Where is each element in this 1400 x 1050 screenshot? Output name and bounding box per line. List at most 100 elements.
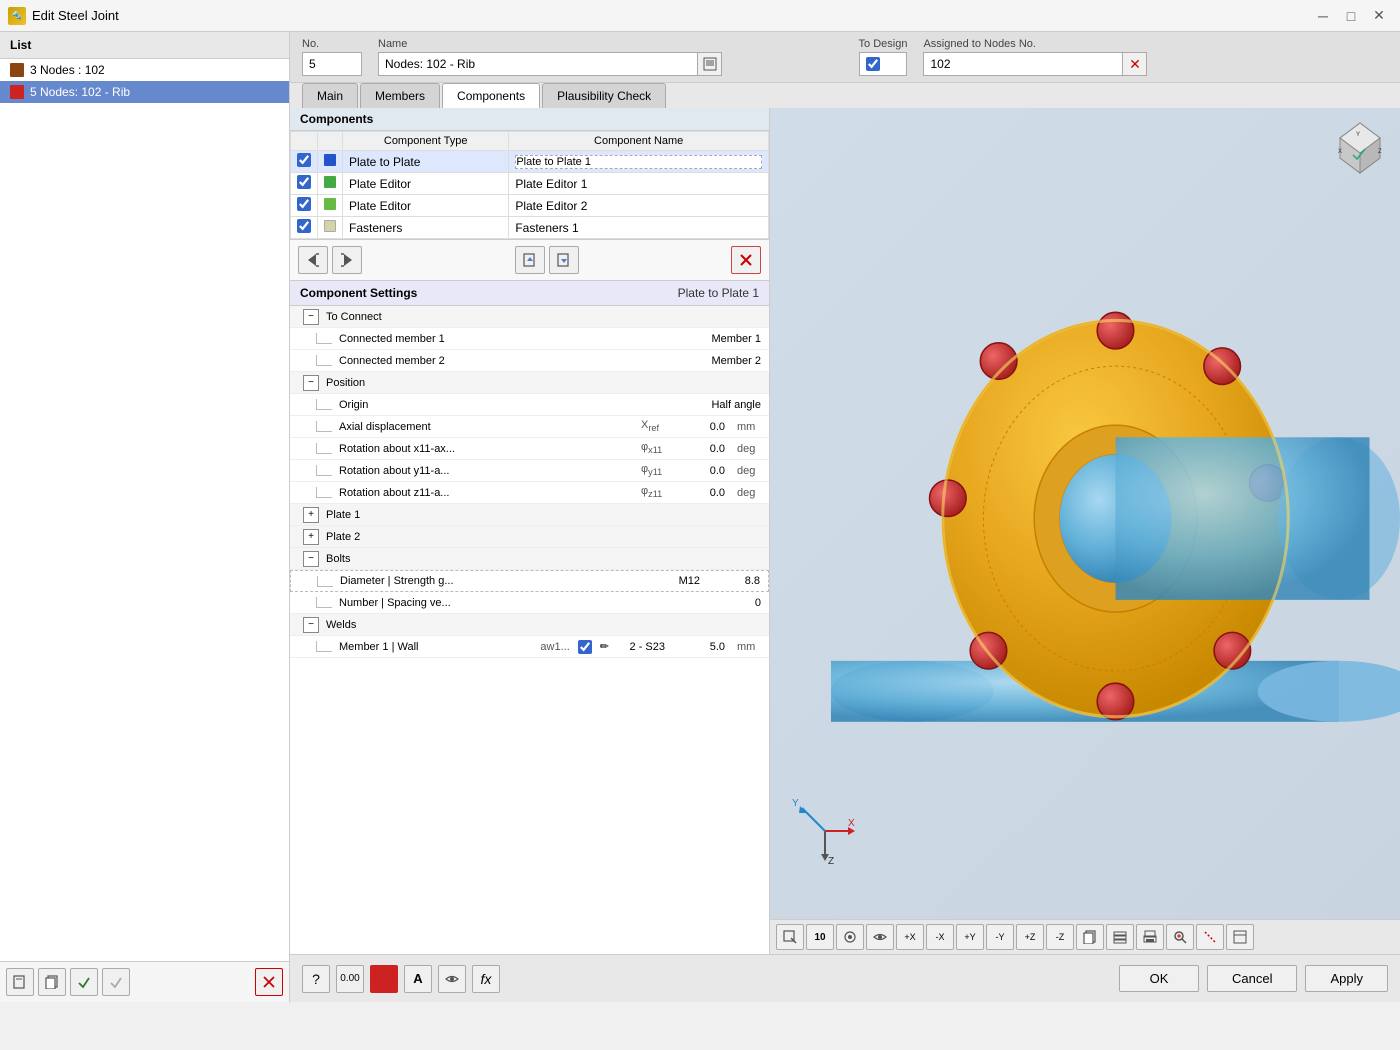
origin-value: Half angle: [703, 397, 769, 413]
list-item-selected[interactable]: 5 Nodes: 102 - Rib: [0, 81, 289, 103]
vp-layers-button[interactable]: [1106, 924, 1134, 950]
row-check[interactable]: [297, 175, 311, 189]
color-button[interactable]: [370, 965, 398, 993]
assigned-input[interactable]: [923, 52, 1123, 76]
welds-checkbox[interactable]: [578, 640, 592, 654]
new-item-button[interactable]: [6, 968, 34, 996]
bottom-status-icons: ? 0.00 A fx: [302, 965, 500, 993]
vp-eye-button[interactable]: [866, 924, 894, 950]
vp-settings-button[interactable]: [1226, 924, 1254, 950]
vp-search-button[interactable]: [1166, 924, 1194, 950]
expand-welds[interactable]: −: [303, 617, 319, 633]
copy-button[interactable]: [38, 968, 66, 996]
group-label: Bolts: [322, 551, 769, 567]
group-header-plate2[interactable]: + Plate 2: [290, 526, 769, 548]
text-button[interactable]: A: [404, 965, 432, 993]
close-button[interactable]: ✕: [1366, 5, 1392, 27]
left-panel-footer: [0, 961, 289, 1002]
tab-members[interactable]: Members: [360, 83, 440, 108]
cancel-button[interactable]: Cancel: [1207, 965, 1297, 992]
apply-button[interactable]: Apply: [1305, 965, 1388, 992]
vp-scale-button[interactable]: 10: [806, 924, 834, 950]
expand-bolts[interactable]: −: [303, 551, 319, 567]
table-row[interactable]: Plate Editor Plate Editor 1: [291, 173, 769, 195]
uncheck-button[interactable]: [102, 968, 130, 996]
formula-button[interactable]: fx: [472, 965, 500, 993]
group-header-welds[interactable]: − Welds: [290, 614, 769, 636]
expand-plate1[interactable]: +: [303, 507, 319, 523]
expand-to-connect[interactable]: −: [303, 309, 319, 325]
table-row[interactable]: Plate to Plate: [291, 151, 769, 173]
value-button[interactable]: 0.00: [336, 965, 364, 993]
vp-copy-button[interactable]: [1076, 924, 1104, 950]
vp-display-button[interactable]: [836, 924, 864, 950]
import-button[interactable]: [515, 246, 545, 274]
tab-main[interactable]: Main: [302, 83, 358, 108]
tab-plausibility[interactable]: Plausibility Check: [542, 83, 666, 108]
orientation-cube[interactable]: Y X Z: [1330, 118, 1390, 178]
check-button[interactable]: [70, 968, 98, 996]
svg-text:X: X: [1338, 149, 1342, 155]
vp-rotate-z-neg-button[interactable]: -Z: [1046, 924, 1074, 950]
expand-position[interactable]: −: [303, 375, 319, 391]
row-check[interactable]: [297, 153, 311, 167]
row-name: Plate Editor 1: [509, 173, 769, 195]
bolts-number-value: 0: [709, 595, 769, 611]
minimize-button[interactable]: ─: [1310, 5, 1336, 27]
vp-measure-button[interactable]: [1196, 924, 1224, 950]
table-row[interactable]: Plate Editor Plate Editor 2: [291, 195, 769, 217]
maximize-button[interactable]: □: [1338, 5, 1364, 27]
group-header-bolts[interactable]: − Bolts: [290, 548, 769, 570]
row-check[interactable]: [297, 219, 311, 233]
svg-text:Z: Z: [828, 856, 834, 866]
tab-components[interactable]: Components: [442, 83, 540, 108]
list-item-icon: [10, 85, 24, 99]
position-group: − Position Origin Half angle Axi: [290, 372, 769, 504]
rot-y-value: 0.0: [673, 463, 733, 479]
list-item-icon: [10, 63, 24, 77]
rot-x-sub: φx11: [637, 439, 673, 457]
move-left-button[interactable]: [298, 246, 328, 274]
vp-print-button[interactable]: [1136, 924, 1164, 950]
viewport-canvas[interactable]: Y X Z: [770, 108, 1400, 919]
row-check[interactable]: [297, 197, 311, 211]
vp-rotate-x-neg-button[interactable]: -X: [926, 924, 954, 950]
welds-member-label: Member 1 | Wall: [335, 639, 536, 655]
vp-rotate-y-button[interactable]: +Y: [956, 924, 984, 950]
view-button[interactable]: [438, 965, 466, 993]
name-input[interactable]: [378, 52, 698, 76]
origin-label: Origin: [335, 397, 703, 413]
export-button[interactable]: [549, 246, 579, 274]
ok-button[interactable]: OK: [1119, 965, 1199, 992]
rot-x-unit: deg: [733, 441, 769, 457]
delete-component-button[interactable]: [731, 246, 761, 274]
vp-rotate-x-button[interactable]: +X: [896, 924, 924, 950]
group-header-position[interactable]: − Position: [290, 372, 769, 394]
group-header-to-connect[interactable]: − To Connect: [290, 306, 769, 328]
to-design-checkbox[interactable]: [866, 57, 880, 71]
vp-select-button[interactable]: [776, 924, 804, 950]
position-rot-y-row: Rotation about y11-a... φy11 0.0 deg: [290, 460, 769, 482]
connected-member-2-value: Member 2: [703, 353, 769, 369]
group-header-plate1[interactable]: + Plate 1: [290, 504, 769, 526]
expand-plate2[interactable]: +: [303, 529, 319, 545]
no-input[interactable]: 5: [302, 52, 362, 76]
dialog-buttons: OK Cancel Apply: [1119, 965, 1388, 992]
assigned-clear-button[interactable]: ✕: [1123, 52, 1147, 76]
to-connect-group: − To Connect Connected member 1 Member 1: [290, 306, 769, 372]
vp-rotate-z-button[interactable]: +Z: [1016, 924, 1044, 950]
axial-value: 0.0: [673, 419, 733, 435]
vp-rotate-y-neg-button[interactable]: -Y: [986, 924, 1014, 950]
plate2-group: + Plate 2: [290, 526, 769, 548]
help-button[interactable]: ?: [302, 965, 330, 993]
welds-sub: aw1...: [536, 639, 573, 655]
name-edit-button[interactable]: [698, 52, 722, 76]
table-row[interactable]: Fasteners Fasteners 1: [291, 217, 769, 239]
move-right-button[interactable]: [332, 246, 362, 274]
delete-button[interactable]: [255, 968, 283, 996]
list-item[interactable]: 3 Nodes : 102: [0, 59, 289, 81]
bolts-strength-value: 8.8: [708, 573, 768, 589]
welds-unit: mm: [733, 639, 769, 655]
row-name-input[interactable]: [515, 155, 762, 169]
name-label: Name: [378, 38, 843, 50]
